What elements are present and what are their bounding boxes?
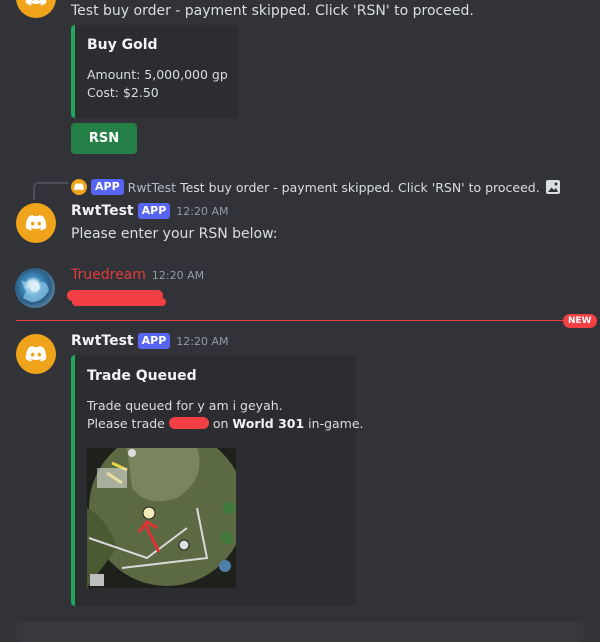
discord-bot-icon [25,215,47,231]
minimap-art [87,448,236,588]
bot-avatar-top[interactable] [16,0,56,18]
bot-message-2-header: RwtTest APP 12:20 AM [71,333,228,349]
minimap-image[interactable] [87,448,236,588]
timestamp: 12:20 AM [176,335,229,348]
bot-message-1-text: Please enter your RSN below: [71,226,278,242]
new-messages-divider [16,320,564,321]
new-badge: NEW [563,314,597,328]
trade-line2-mid: on [212,416,229,431]
reply-username[interactable]: RwtTest [128,180,176,195]
redacted-rsn [168,417,209,429]
user-avatar[interactable] [15,268,55,308]
trade-queued-line2: Please trade on World 301 in-game. [87,415,364,433]
trade-queued-embed: Trade Queued Trade queued for y am i gey… [71,355,364,606]
rsn-button[interactable]: RSN [71,123,137,154]
user-message-header: Truedream 12:20 AM [71,267,204,283]
discord-bot-icon [25,0,47,6]
trade-line2-suffix: in-game. [308,416,364,431]
timestamp: 12:20 AM [176,205,229,218]
reply-app-badge: APP [91,179,124,195]
image-icon [545,180,560,194]
avatar-art [21,280,49,302]
trade-line2-prefix: Please trade [87,416,165,431]
bot-avatar-1[interactable] [16,203,56,243]
message-input-bar[interactable] [16,622,584,642]
redacted-scribble [72,298,166,306]
user-username[interactable]: Truedream [71,267,146,283]
reply-avatar [71,179,87,195]
buy-gold-embed: Buy Gold Amount: 5,000,000 gp Cost: $2.5… [71,25,238,118]
discord-bot-icon [74,183,84,191]
buy-gold-cost: Cost: $2.50 [87,85,159,100]
bot-username[interactable]: RwtTest [71,333,134,349]
trade-queued-line1: Trade queued for y am i geyah. [87,398,283,413]
app-badge: APP [137,203,171,219]
world-number: World 301 [232,416,305,431]
reply-text[interactable]: Test buy order - payment skipped. Click … [180,180,540,195]
trade-queued-title: Trade Queued [87,368,197,384]
bot-avatar-2[interactable] [16,334,56,374]
top-message-text: Test buy order - payment skipped. Click … [71,3,474,19]
discord-bot-icon [25,346,47,362]
reply-curve-icon [33,182,68,200]
app-badge: APP [137,333,171,349]
buy-gold-title: Buy Gold [87,37,158,53]
buy-gold-amount: Amount: 5,000,000 gp [87,67,228,82]
bot-username[interactable]: RwtTest [71,203,134,219]
bot-message-1-header: RwtTest APP 12:20 AM [71,203,228,219]
reply-preview[interactable]: APP RwtTest Test buy order - payment ski… [71,179,561,195]
timestamp: 12:20 AM [151,269,205,282]
